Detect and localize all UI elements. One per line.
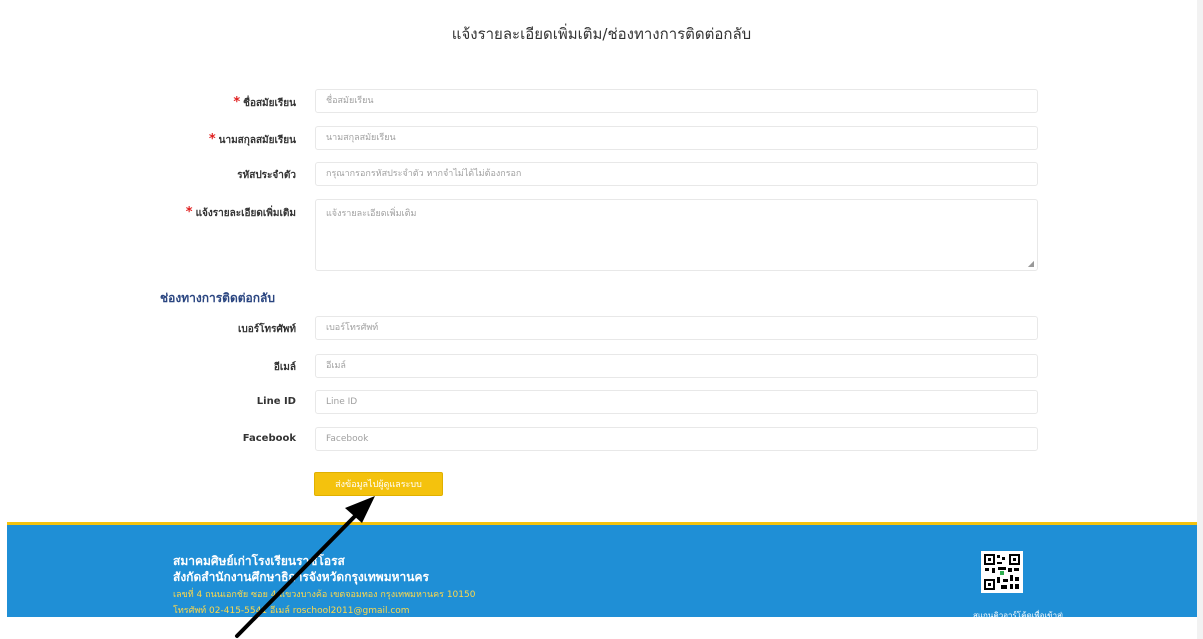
pointer-arrow-icon bbox=[235, 496, 375, 638]
